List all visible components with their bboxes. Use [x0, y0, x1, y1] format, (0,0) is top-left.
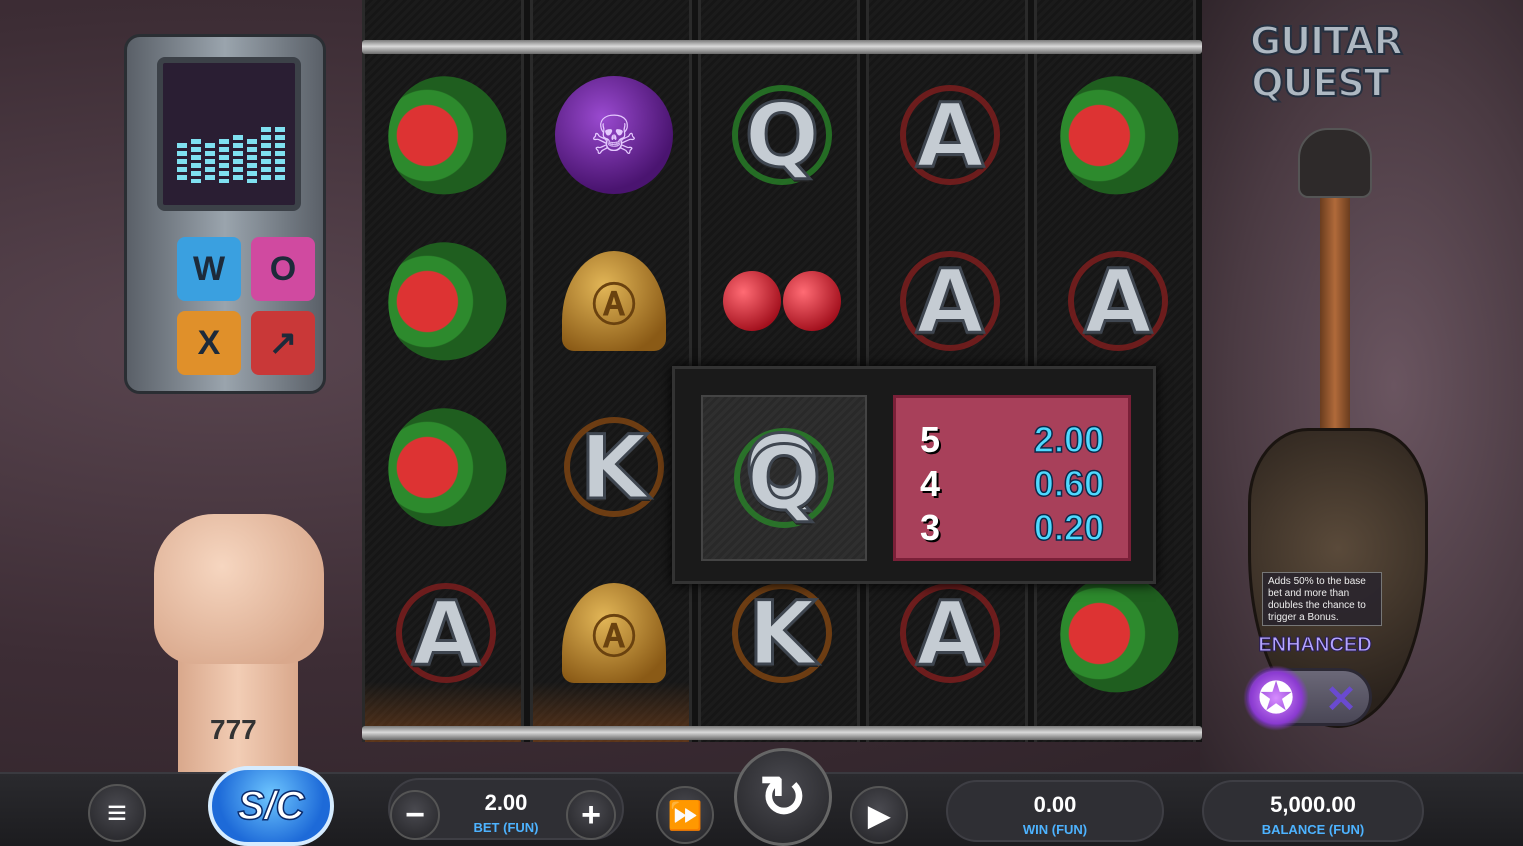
- autoplay-button[interactable]: ▶: [850, 786, 908, 844]
- symbol-a[interactable]: A: [869, 218, 1031, 384]
- win-value: 0.00: [1033, 792, 1077, 817]
- symbol-cherry[interactable]: [701, 218, 863, 384]
- payout-row: 3 0.20: [920, 506, 1105, 549]
- balance-panel: 5,000.00 BALANCE (FUN): [1202, 780, 1424, 842]
- enhanced-toggle[interactable]: ✪ ✕: [1243, 665, 1372, 731]
- device-key-o: O: [251, 237, 315, 301]
- device-key-arrow: ↗: [251, 311, 315, 375]
- enhanced-tooltip: Adds 50% to the base bet and more than d…: [1262, 572, 1382, 626]
- turbo-button[interactable]: ⏩: [656, 786, 714, 844]
- win-label: WIN (FUN): [1022, 822, 1088, 837]
- symbol-watermelon[interactable]: [1037, 52, 1199, 218]
- symbol-watermelon[interactable]: [365, 218, 527, 384]
- symbol-k[interactable]: K: [533, 384, 695, 550]
- currency-switch-button[interactable]: S/C: [208, 766, 334, 846]
- symbol-watermelon[interactable]: [365, 384, 527, 550]
- symbol-a[interactable]: A: [1037, 218, 1199, 384]
- reel-2: ☠ Ⓐ K Ⓐ: [530, 0, 692, 742]
- payout-row: 5 2.00: [920, 418, 1105, 461]
- reel-rail-top: [362, 40, 1202, 54]
- device-keys: W O X ↗: [177, 237, 317, 377]
- pentagram-icon: ✪: [1243, 665, 1309, 731]
- balance-label: BALANCE (FUN): [1261, 822, 1365, 837]
- reel-rail-bottom: [362, 726, 1202, 740]
- paytable-payouts: 5 2.00 4 0.60 3 0.20: [893, 395, 1131, 561]
- device-key-w: W: [177, 237, 241, 301]
- close-icon: ✕: [1325, 679, 1357, 721]
- game-stage: W O X ↗ 777 A ☠ Ⓐ K Ⓐ Q Q K A A A A Q 5 2.00 4 0.60: [0, 0, 1523, 846]
- fist-tattoo: 777: [210, 714, 257, 745]
- symbol-a[interactable]: A: [365, 550, 527, 716]
- symbol-q[interactable]: Q: [701, 52, 863, 218]
- payout-row: 4 0.60: [920, 462, 1105, 505]
- symbol-a[interactable]: A: [869, 52, 1031, 218]
- device-key-x: X: [177, 311, 241, 375]
- rock-device: W O X ↗: [124, 34, 326, 394]
- menu-button[interactable]: ≡: [88, 784, 146, 842]
- equalizer-screen: [157, 57, 301, 211]
- bet-increase-button[interactable]: +: [566, 790, 616, 840]
- raised-fist: 777: [150, 514, 328, 772]
- symbol-watermelon[interactable]: [365, 52, 527, 218]
- win-panel: 0.00 WIN (FUN): [946, 780, 1164, 842]
- symbol-plum[interactable]: ☠: [533, 52, 695, 218]
- symbol-bell[interactable]: Ⓐ: [533, 550, 695, 716]
- balance-value: 5,000.00: [1270, 792, 1356, 817]
- enhanced-label: ENHANCED: [1258, 634, 1372, 657]
- symbol-bell[interactable]: Ⓐ: [533, 218, 695, 384]
- reel-1: A: [362, 0, 524, 742]
- bet-decrease-button[interactable]: −: [390, 790, 440, 840]
- spin-button[interactable]: ↻: [734, 748, 832, 846]
- game-logo: GUITAR QUEST: [1249, 19, 1404, 105]
